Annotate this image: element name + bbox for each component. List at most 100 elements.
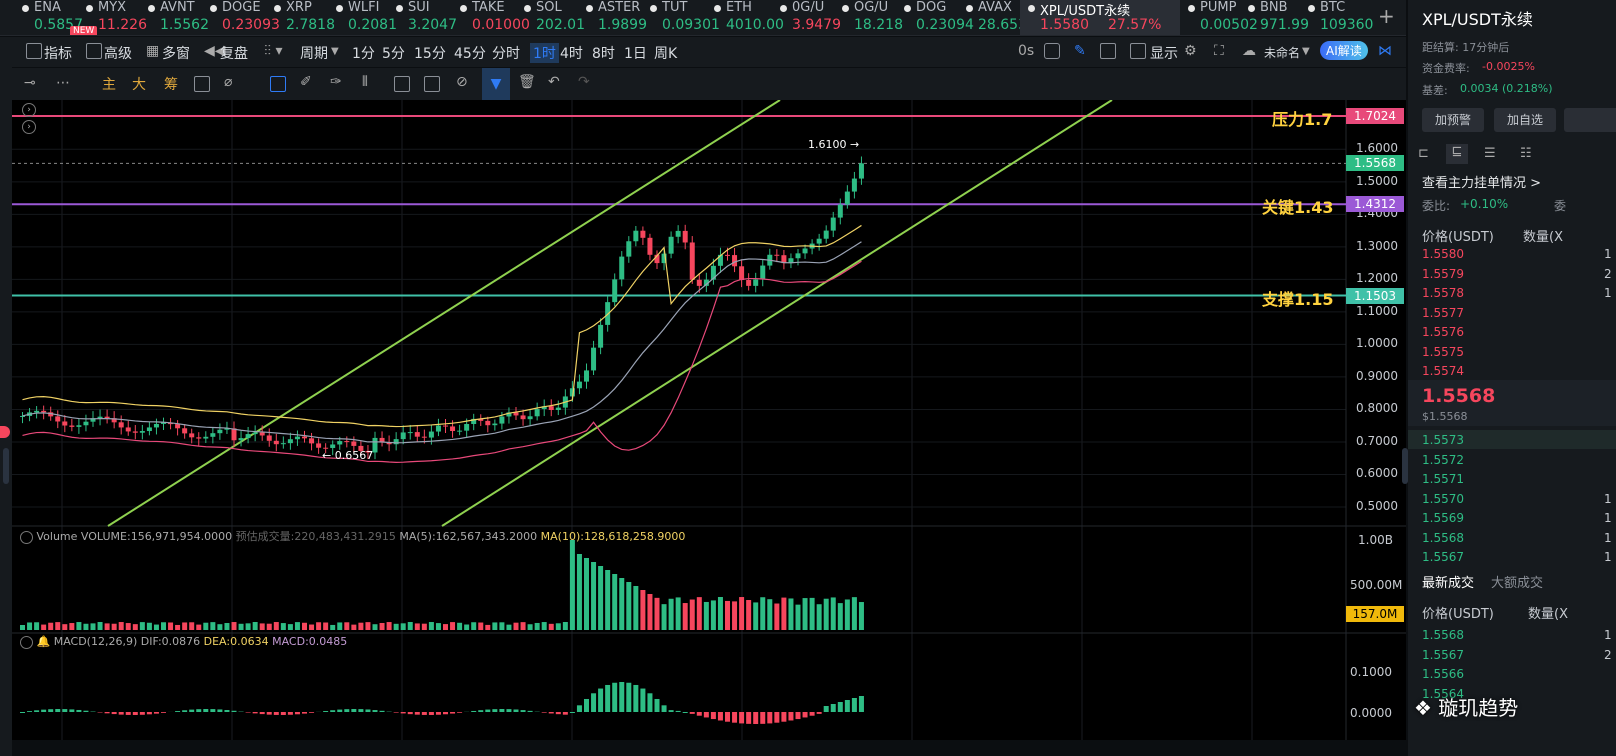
main-orders-link[interactable]: 查看主力挂单情况 > <box>1422 172 1541 191</box>
ask-price[interactable]: 1.5579 <box>1422 267 1464 281</box>
symbol-tab[interactable]: ASTER 1.9899 <box>578 0 647 35</box>
undo-icon[interactable]: ↶ <box>548 74 560 90</box>
chart-type-icon[interactable]: ⫶⫶ ▾ <box>264 43 282 59</box>
symbol-tab[interactable]: WLFI 0.2081 <box>328 0 397 35</box>
advanced-icon[interactable] <box>86 43 102 59</box>
ask-price[interactable]: 1.5578 <box>1422 286 1464 300</box>
share-icon[interactable]: ⋈ <box>1378 43 1392 59</box>
redo-icon[interactable]: ↷ <box>578 74 590 90</box>
symbol-tab[interactable]: TAKE 0.01000 <box>452 0 530 35</box>
bid-price[interactable]: 1.5569 <box>1422 511 1464 525</box>
crosshair-icon[interactable]: ⊸ <box>24 75 36 91</box>
volume-toggle-icon[interactable] <box>20 530 33 544</box>
symbol-tab[interactable]: DOGE 0.23093 <box>202 0 280 35</box>
symbol-tab[interactable]: SOL 202.01 <box>516 0 585 35</box>
symbol-tab[interactable]: SUI 3.2047 <box>388 0 457 35</box>
bid-price[interactable]: 1.5573 <box>1422 433 1464 447</box>
macd-toggle-icon[interactable] <box>20 635 33 649</box>
indicator-icon[interactable] <box>26 43 42 59</box>
ask-price[interactable]: 1.5577 <box>1422 306 1464 320</box>
interval-button[interactable]: 1日 <box>624 43 647 63</box>
ask-price[interactable]: 1.5580 <box>1422 247 1464 261</box>
tab-latest-trades[interactable]: 最新成交 <box>1422 572 1474 591</box>
collapse-icon[interactable]: › <box>22 103 36 117</box>
fullscreen-icon[interactable]: ⛶ <box>1214 43 1224 59</box>
popout-icon[interactable] <box>1100 43 1116 59</box>
add-alert-button[interactable]: 加预警 <box>1422 108 1484 132</box>
orderbook-asks-icon[interactable]: ☷ <box>1520 146 1532 161</box>
display-icon[interactable] <box>1130 43 1146 59</box>
ask-price[interactable]: 1.5574 <box>1422 364 1464 378</box>
symbol-tab[interactable]: MYX 11.226 NEW <box>70 0 147 35</box>
candles-icon[interactable]: ⫴ <box>362 74 368 90</box>
symbol-tab[interactable]: BTC 109360 <box>1300 0 1373 35</box>
interval-button[interactable]: 1时 <box>530 43 559 63</box>
chips-button[interactable]: 筹 <box>164 74 178 94</box>
multi-window-button[interactable]: 多窗 <box>162 43 190 63</box>
big-order-button[interactable]: 大 <box>132 74 146 94</box>
filter-icon[interactable]: ▼ <box>482 68 510 100</box>
more-button[interactable] <box>1564 108 1616 132</box>
interval-button[interactable]: 4时 <box>560 43 583 63</box>
ask-price[interactable]: 1.5576 <box>1422 325 1464 339</box>
bid-price[interactable]: 1.5572 <box>1422 453 1464 467</box>
link-icon[interactable]: ⊘ <box>456 74 468 90</box>
eraser-icon[interactable]: ⌀ <box>224 74 232 90</box>
period-button[interactable]: 周期 <box>300 43 328 63</box>
indicators-button[interactable]: 指标 <box>44 43 72 63</box>
interval-button[interactable]: 45分 <box>454 43 486 63</box>
add-favorite-button[interactable]: 加自选 <box>1494 108 1556 132</box>
symbol-tab[interactable]: DOG 0.23094 <box>896 0 974 35</box>
interval-button[interactable]: 周K <box>654 43 677 63</box>
more-icon[interactable]: ⋯ <box>56 75 70 91</box>
ruler-icon[interactable]: ✐ <box>300 74 312 90</box>
symbol-tab[interactable]: AVAX 28.653 <box>958 0 1027 35</box>
symbol-tab[interactable]: OG/U 18.218 <box>834 0 903 35</box>
brush-icon[interactable]: ✑ <box>330 74 342 90</box>
note-icon[interactable] <box>424 76 440 92</box>
grid-icon[interactable]: ▦ <box>146 43 159 59</box>
bid-price[interactable]: 1.5567 <box>1422 550 1464 564</box>
symbol-tab[interactable]: TUT 0.09301 <box>642 0 720 35</box>
ai-interpret-button[interactable]: AI解读 <box>1320 41 1368 60</box>
camera-icon[interactable] <box>1044 43 1060 59</box>
symbol-tab[interactable]: XPL/USDT永续 1.5580 27.57% <box>1020 0 1180 35</box>
interval-button[interactable]: 1分 <box>352 43 375 63</box>
cloud-icon[interactable]: ☁ <box>1242 43 1256 59</box>
interval-button[interactable]: 15分 <box>414 43 446 63</box>
bid-price[interactable]: 1.5571 <box>1422 472 1464 486</box>
add-tab-button[interactable]: + <box>1378 4 1395 28</box>
gear-icon[interactable]: ⚙ <box>1184 43 1197 59</box>
select-icon[interactable] <box>270 76 286 92</box>
expand-icon[interactable]: › <box>22 120 36 134</box>
main-force-button[interactable]: 主 <box>102 74 116 94</box>
orderbook-both-icon[interactable]: ⊏ <box>1418 146 1429 161</box>
left-collapse-handle[interactable] <box>3 448 9 484</box>
symbol-tab[interactable]: ENA 0.5857 <box>14 0 83 35</box>
bell-icon[interactable]: 🔔 <box>37 635 51 648</box>
orderbook-split-icon[interactable]: ⊑ <box>1446 144 1468 164</box>
symbol-tab[interactable]: ETH 4010.00 <box>706 0 784 35</box>
bid-price[interactable]: 1.5568 <box>1422 531 1464 545</box>
interval-button[interactable]: 5分 <box>382 43 405 63</box>
symbol-tab[interactable]: BNB 971.99 <box>1240 0 1309 35</box>
advanced-button[interactable]: 高级 <box>104 43 132 63</box>
volume-bar <box>661 604 667 630</box>
display-button[interactable]: 显示 <box>1150 43 1178 63</box>
bid-price[interactable]: 1.5570 <box>1422 492 1464 506</box>
orderbook-bids-icon[interactable]: ☰ <box>1484 146 1496 161</box>
pen-icon[interactable]: ✎ <box>1074 43 1086 59</box>
tab-big-trades[interactable]: 大额成交 <box>1491 572 1543 591</box>
trash-cup-icon[interactable] <box>394 76 410 92</box>
symbol-tab[interactable]: XRP 2.7818 <box>266 0 335 35</box>
symbol-tab[interactable]: 0G/U 3.9479 <box>772 0 841 35</box>
magnet-icon[interactable] <box>194 76 210 92</box>
replay-button[interactable]: 复盘 <box>220 43 248 63</box>
delete-icon[interactable]: 🗑 <box>518 74 536 90</box>
interval-button[interactable]: 分时 <box>492 43 520 63</box>
interval-button[interactable]: 8时 <box>592 43 615 63</box>
layout-name-select[interactable]: 未命名 <box>1264 44 1300 61</box>
symbol-tab[interactable]: AVNT 1.5562 <box>140 0 209 35</box>
ask-price[interactable]: 1.5575 <box>1422 345 1464 359</box>
symbol-tab[interactable]: PUMP 0.00502 <box>1180 0 1258 35</box>
